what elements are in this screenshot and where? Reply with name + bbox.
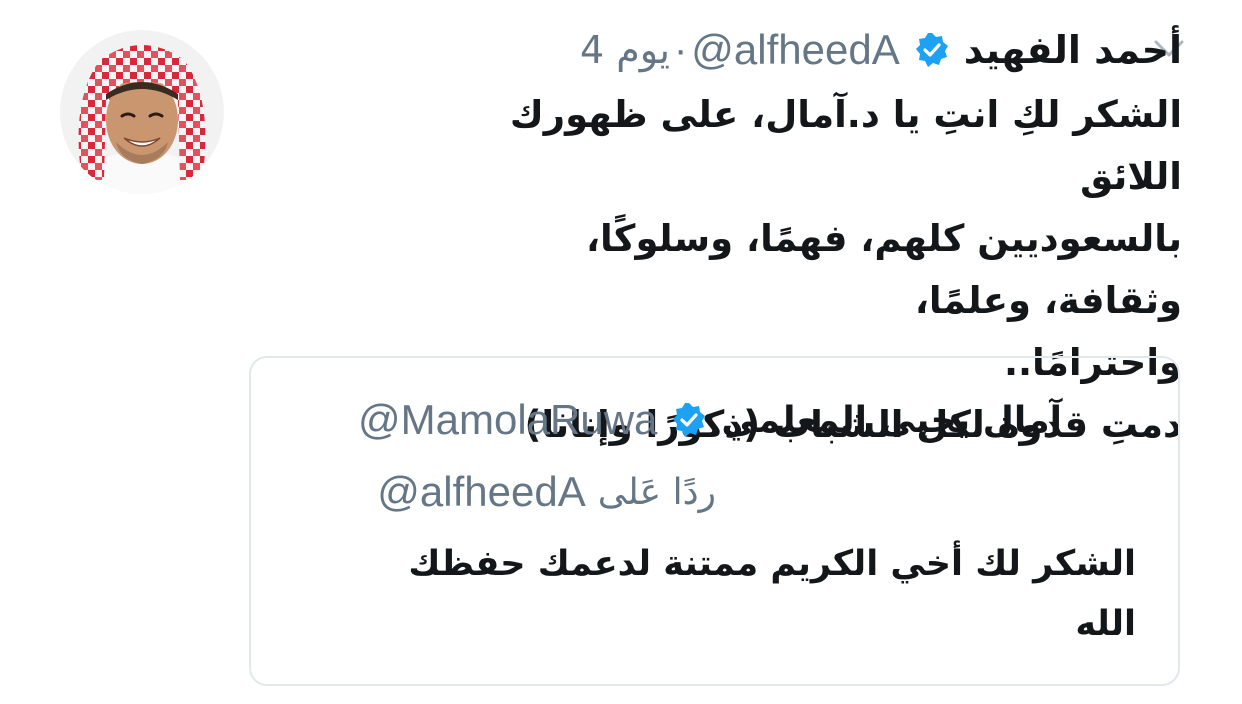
- tweet: أحمد الفهيد @alfheedA · 4 يوم الشكر لكِ …: [0, 0, 1242, 704]
- quoted-tweet-card[interactable]: آمال يحيى المعلمي @MamolaRuwa ردًا عَلى …: [249, 356, 1180, 686]
- quoted-author-handle: @MamolaRuwa: [358, 396, 658, 443]
- author-name[interactable]: أحمد الفهيد: [964, 28, 1182, 72]
- reply-to-handle[interactable]: @alfheedA: [377, 468, 585, 516]
- reply-label: ردًا عَلى: [597, 471, 716, 513]
- quoted-author-name: آمال يحيى المعلمي: [721, 399, 1062, 441]
- quoted-tweet-header: آمال يحيى المعلمي @MamolaRuwa: [358, 390, 1062, 450]
- tweet-text-line: الشكر لكِ انتِ يا د.آمال، على ظهورك اللا…: [509, 93, 1182, 198]
- tweet-header: أحمد الفهيد @alfheedA · 4 يوم: [580, 22, 1182, 78]
- verified-badge-icon: [671, 402, 707, 438]
- verified-badge-icon: [914, 32, 950, 68]
- quoted-tweet-body: الشكر لك أخي الكريم ممتنة لدعمك حفظك الل…: [408, 544, 1136, 644]
- reply-context: ردًا عَلى @alfheedA: [377, 464, 716, 520]
- user-avatar[interactable]: [60, 30, 224, 194]
- tweet-timestamp[interactable]: 4 يوم: [580, 28, 670, 72]
- author-handle[interactable]: @alfheedA: [691, 26, 899, 74]
- tweet-text-line: بالسعوديين كلهم، فهمًا، وسلوكًا، وثقافة،…: [585, 217, 1182, 322]
- separator-dot: ·: [673, 27, 688, 72]
